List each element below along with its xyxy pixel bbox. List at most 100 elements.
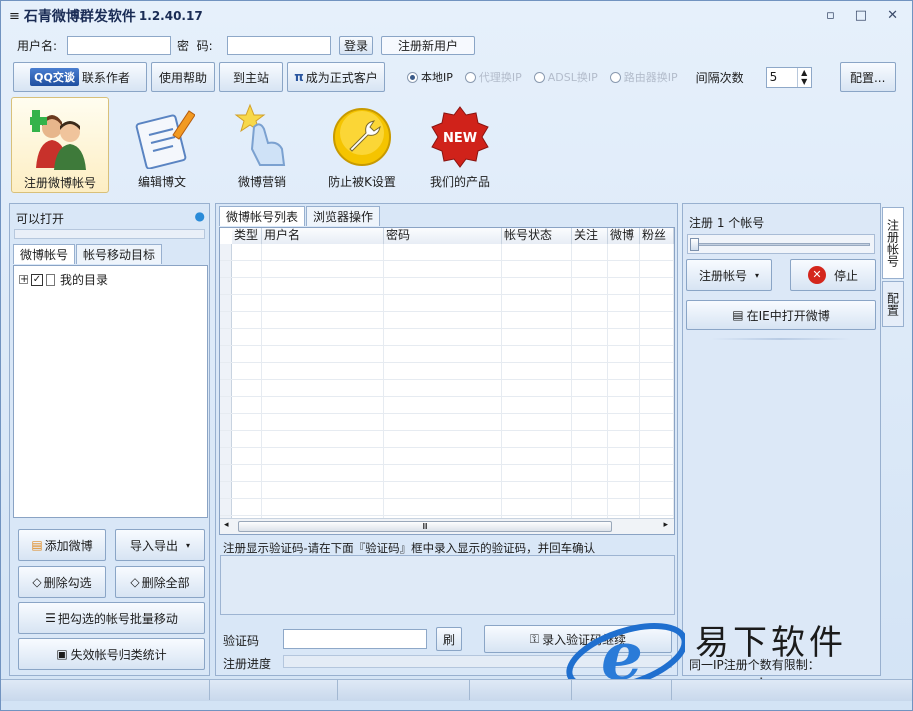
horizontal-scrollbar[interactable]: ◂ Ⅲ ▸ [220, 518, 674, 534]
password-label: 密 码: [177, 38, 213, 53]
grid-column-line [673, 244, 674, 518]
ip-option-1[interactable]: 代理换IP [464, 69, 522, 85]
radio-icon[interactable] [533, 71, 545, 83]
stats-label: 失效帐号归类统计 [70, 647, 167, 662]
open-in-ie-button[interactable]: ▤ 在IE中打开微博 [686, 300, 876, 330]
toolbar: QQ交谈 联系作者 使用帮助 到主站 π 成为正式客户 本地IP 代理换IP ADSL… [13, 61, 896, 93]
tool-register-label: 注册微博帐号 [23, 176, 96, 190]
center-tabs: 微博帐号列表 浏览器操作 [219, 206, 381, 226]
register-count-label: 注册 1 个帐号 [689, 216, 765, 230]
tool-edit-post[interactable]: 编辑博文 [113, 97, 211, 193]
delete-checked-button[interactable]: ◇ 删除勾选 [18, 566, 106, 598]
scroll-thumb[interactable]: Ⅲ [238, 521, 612, 532]
status-bar [1, 679, 912, 701]
refresh-captcha-button[interactable]: 刷 [436, 627, 462, 651]
register-user-button[interactable]: 注册新用户 [381, 35, 475, 55]
ip-option-0[interactable]: 本地IP [407, 69, 453, 85]
stats-button[interactable]: ▣ 失效帐号归类统计 [18, 638, 205, 670]
restore-icon[interactable]: ▫ [826, 8, 835, 23]
column-header[interactable]: 密码 [384, 228, 502, 244]
open-label: 可以打开 [16, 212, 65, 226]
column-header[interactable]: 帐号状态 [502, 228, 572, 244]
submit-captcha-label: 录入验证码继续 [542, 632, 627, 647]
grid-column-line [383, 244, 384, 518]
ip-option-label: 路由器换IP [623, 71, 678, 84]
checkbox-icon[interactable]: ✓ [31, 273, 43, 286]
tool-register-account[interactable]: 注册微博帐号 [11, 97, 109, 193]
column-header[interactable]: 类型 [232, 228, 262, 244]
contact-author-label: 联系作者 [81, 70, 130, 85]
account-tree: + ✓ 我的目录 [13, 265, 208, 518]
wrench-icon [333, 108, 391, 166]
menu-icon[interactable]: ≡ [9, 9, 20, 24]
column-header[interactable]: 微博 [608, 228, 640, 244]
list-icon: ☰ [45, 611, 56, 625]
interval-spinner[interactable]: 5 ▲ ▼ [765, 66, 812, 88]
slider-thumb[interactable] [690, 238, 699, 251]
scroll-left-icon[interactable]: ◂ [224, 520, 229, 530]
column-header[interactable]: 粉丝 [640, 228, 674, 244]
divider [711, 338, 851, 340]
tab-weibo-account[interactable]: 微博帐号 [13, 244, 76, 264]
tool-anti-ban[interactable]: 防止被K设置 [313, 97, 411, 193]
radio-icon[interactable] [407, 71, 418, 83]
tree-root[interactable]: + ✓ 我的目录 [19, 271, 108, 288]
login-button[interactable]: 登录 [339, 35, 373, 55]
import-export-button[interactable]: 导入导出 ▾ [115, 529, 205, 561]
close-icon[interactable]: ✕ [887, 8, 898, 23]
help-button[interactable]: 使用帮助 [151, 62, 215, 92]
radio-icon[interactable] [609, 71, 621, 83]
eraser-icon: ◇ [32, 575, 42, 589]
title-bar: ≡ 石青微博群发软件 1.2.40.17 ▫ □ ✕ [1, 1, 912, 31]
app-title: 石青微博群发软件 [23, 9, 136, 25]
upgrade-button[interactable]: π 成为正式客户 [287, 62, 385, 92]
column-header[interactable]: 关注 [572, 228, 608, 244]
big-tool-bar: 注册微博帐号 编辑博文 微博营销 防止被K设置 NEW 我们的产品 [11, 97, 904, 193]
add-weibo-label: 添加微博 [44, 538, 93, 553]
grid-column-line [607, 244, 608, 518]
progress-label: 注册进度 [223, 657, 272, 671]
left-panel: 可以打开 ● 微博帐号 帐号移动目标 + ✓ 我的目录 ▤ 添加微博 导入导出 ▾ ◇… [9, 203, 210, 676]
delete-all-label: 删除全部 [141, 575, 190, 590]
spin-arrows-icon[interactable]: ▲ ▼ [796, 67, 811, 87]
register-account-button[interactable]: 注册帐号 ▾ [686, 259, 772, 291]
folder-doc-icon [46, 273, 55, 286]
config-button[interactable]: 配置... [839, 62, 896, 92]
tab-account-list[interactable]: 微博帐号列表 [219, 206, 306, 226]
new-badge-icon: NEW [431, 106, 489, 168]
ip-option-2[interactable]: ADSL换IP [533, 69, 598, 85]
grid-column-line [571, 244, 572, 518]
tool-our-products[interactable]: NEW 我们的产品 [411, 97, 509, 193]
qq-chat-button[interactable]: QQ交谈 联系作者 [13, 62, 147, 92]
delete-all-button[interactable]: ◇ 删除全部 [115, 566, 205, 598]
username-input[interactable] [67, 35, 171, 55]
interval-label: 间隔次数 [695, 70, 744, 85]
ip-option-3[interactable]: 路由器换IP [609, 69, 678, 85]
radio-icon[interactable] [464, 71, 476, 83]
side-tab-register[interactable]: 注册帐号 [882, 207, 904, 279]
tab-browser-ops[interactable]: 浏览器操作 [306, 206, 381, 226]
scroll-right-icon[interactable]: ▸ [663, 520, 668, 530]
add-weibo-button[interactable]: ▤ 添加微博 [18, 529, 106, 561]
app-version: 1.2.40.17 [138, 9, 203, 23]
tab-move-target[interactable]: 帐号移动目标 [76, 244, 163, 264]
side-tab-config[interactable]: 配置 [882, 281, 904, 327]
user-card-icon: ▣ [56, 647, 68, 661]
ip-option-label: 本地IP [421, 71, 453, 84]
tool-marketing[interactable]: 微博营销 [213, 97, 311, 193]
expand-icon[interactable]: + [19, 275, 28, 285]
dropdown-icon-2: ▾ [755, 270, 760, 280]
document-icon: ▤ [732, 308, 744, 322]
captcha-input[interactable] [283, 629, 427, 649]
eraser-icon-2: ◇ [130, 575, 140, 589]
count-slider[interactable] [687, 234, 875, 254]
batch-move-button[interactable]: ☰ 把勾选的帐号批量移动 [18, 602, 205, 634]
maximize-icon[interactable]: □ [855, 8, 867, 23]
captcha-hint: 注册显示验证码-请在下面『验证码』框中录入显示的验证码，并回车确认 [223, 541, 596, 555]
main-site-button[interactable]: 到主站 [219, 62, 283, 92]
submit-captcha-button[interactable]: ⚿ 录入验证码继续 [484, 625, 672, 653]
stop-button[interactable]: ✕ 停止 [790, 259, 876, 291]
grid-column-line [501, 244, 502, 518]
password-input[interactable] [227, 35, 331, 55]
column-header[interactable]: 用户名 [262, 228, 384, 244]
